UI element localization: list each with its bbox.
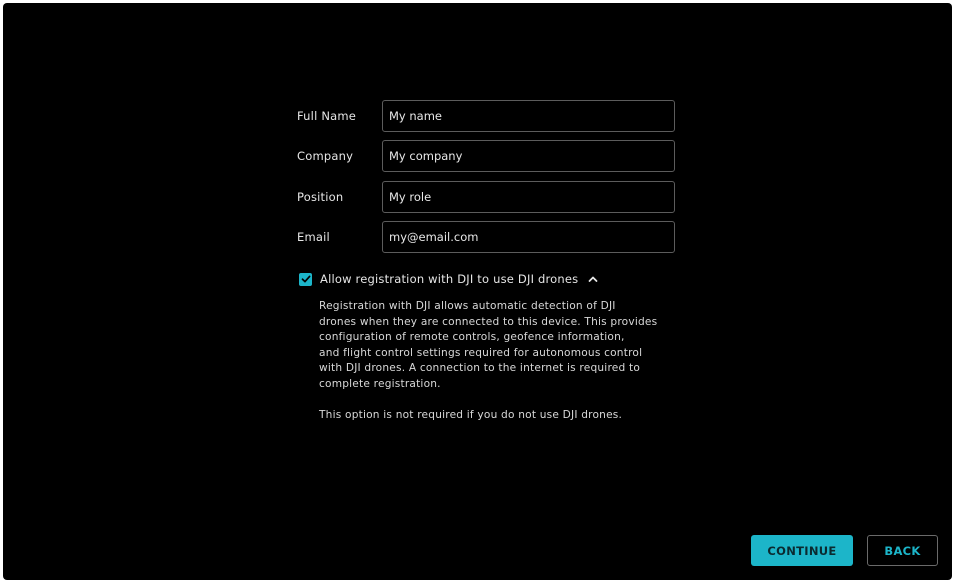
dji-note: This option is not required if you do no… bbox=[319, 408, 623, 421]
description-line: Registration with DJI allows automatic d… bbox=[319, 300, 616, 312]
dji-registration-label[interactable]: Allow registration with DJI to use DJI d… bbox=[320, 272, 578, 286]
full-name-row: Full Name bbox=[297, 100, 677, 132]
back-button[interactable]: BACK bbox=[867, 535, 938, 566]
dji-registration-description: Registration with DJI allows automatic d… bbox=[319, 299, 679, 423]
description-line: with DJI drones. A connection to the int… bbox=[319, 362, 641, 374]
description-line: and flight control settings required for… bbox=[319, 346, 643, 359]
position-label: Position bbox=[297, 190, 344, 204]
description-text: Registration with DJI allows automatic d… bbox=[319, 299, 679, 392]
registration-screen: Full Name Company Position Email Allow r… bbox=[3, 3, 952, 580]
email-input[interactable] bbox=[382, 221, 675, 253]
dji-registration-option: Allow registration with DJI to use DJI d… bbox=[299, 270, 600, 288]
continue-button[interactable]: CONTINUE bbox=[751, 535, 853, 566]
chevron-up-icon[interactable] bbox=[586, 272, 600, 286]
description-line: drones when they are connected to this d… bbox=[319, 315, 658, 328]
check-icon bbox=[301, 275, 310, 283]
full-name-label: Full Name bbox=[297, 109, 357, 123]
description-line: configuration of remote controls, geofen… bbox=[319, 331, 625, 343]
email-label: Email bbox=[297, 230, 330, 244]
email-row: Email bbox=[297, 221, 677, 253]
company-input[interactable] bbox=[382, 140, 675, 172]
description-line: complete registration. bbox=[319, 377, 441, 390]
full-name-input[interactable] bbox=[382, 100, 675, 132]
dji-registration-checkbox[interactable] bbox=[299, 272, 312, 286]
position-row: Position bbox=[297, 181, 677, 213]
company-label: Company bbox=[297, 149, 354, 163]
position-input[interactable] bbox=[382, 181, 675, 213]
company-row: Company bbox=[297, 140, 677, 172]
